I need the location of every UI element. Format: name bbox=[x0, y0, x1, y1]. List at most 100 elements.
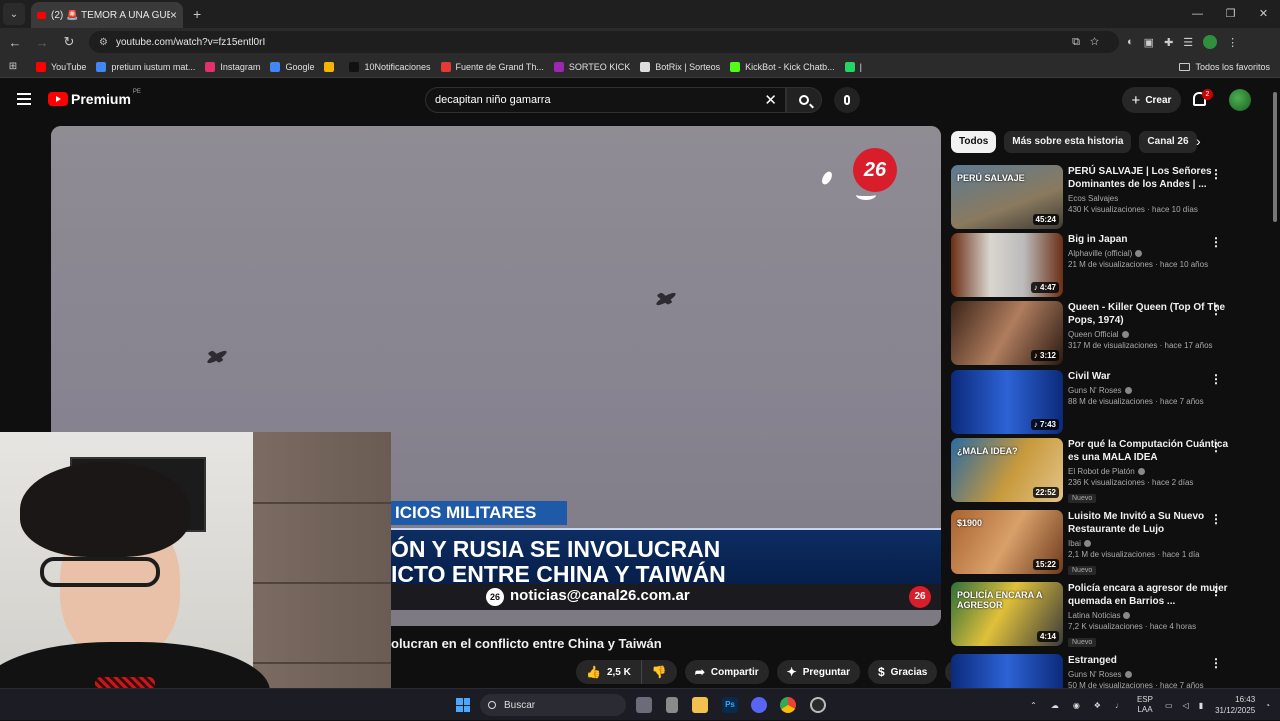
search-input[interactable]: decapitan niño gamarra ✕ bbox=[425, 87, 786, 113]
bookmark-star-icon[interactable]: ⧉☆ bbox=[1072, 36, 1109, 49]
channel-name-row[interactable]: Alphaville (official) bbox=[1068, 249, 1233, 258]
channel-name-row[interactable]: Queen Official bbox=[1068, 330, 1233, 339]
tray-app-icon[interactable]: ❖ bbox=[1094, 701, 1101, 710]
share-button[interactable]: ➦ Compartir bbox=[684, 660, 769, 684]
more-options-icon[interactable]: ⋮ bbox=[1210, 440, 1222, 454]
bookmark-item[interactable]: Instagram bbox=[205, 61, 260, 72]
video-thumbnail[interactable]: ♪ 4:47 bbox=[951, 233, 1063, 297]
chip-mas-sobre-esta-historia[interactable]: Más sobre esta historia bbox=[1004, 131, 1132, 153]
bookmark-item[interactable]: KickBot - Kick Chatb... bbox=[730, 61, 835, 72]
back-button[interactable]: ← bbox=[3, 35, 27, 50]
all-bookmarks-button[interactable]: Todos los favoritos bbox=[1179, 56, 1270, 78]
account-avatar[interactable] bbox=[1229, 89, 1251, 111]
more-options-icon[interactable]: ⋮ bbox=[1210, 512, 1222, 526]
recommended-title[interactable]: Big in Japan bbox=[1068, 233, 1233, 246]
recommended-video[interactable]: $1900 15:22 Luisito Me Invitó a Su Nuevo R… bbox=[951, 510, 1261, 575]
bookmark-item[interactable]: Google bbox=[270, 61, 314, 72]
bookmark-item[interactable]: Fuente de Grand Th... bbox=[440, 61, 544, 72]
channel-name-row[interactable]: Ibai bbox=[1068, 539, 1233, 548]
volume-icon[interactable]: ◁ bbox=[1183, 701, 1189, 710]
input-language[interactable]: ESP LAA bbox=[1137, 695, 1153, 715]
channel-name-row[interactable]: Guns N' Roses bbox=[1068, 670, 1233, 679]
bookmark-item[interactable]: BotRix | Sorteos bbox=[640, 61, 720, 72]
video-thumbnail[interactable]: PERÚ SALVAJE 45:24 bbox=[951, 165, 1063, 229]
tray-app-icon[interactable]: ◉ bbox=[1073, 701, 1080, 710]
tab-organizer-icon[interactable]: ☰ bbox=[1183, 36, 1193, 49]
app-icon[interactable] bbox=[810, 697, 826, 713]
recommended-title[interactable]: Civil War bbox=[1068, 370, 1233, 383]
recommended-video[interactable]: ♪ 4:47 Big in Japan Alphaville (official) 2… bbox=[951, 233, 1261, 297]
more-options-icon[interactable]: ⋮ bbox=[1210, 303, 1222, 317]
voice-search-button[interactable] bbox=[834, 87, 860, 113]
minimize-button[interactable]: — bbox=[1181, 0, 1214, 28]
browser-tab[interactable]: (2) 🚨 TEMOR A UNA GUERRA × bbox=[31, 2, 183, 28]
network-icon[interactable]: ▭ bbox=[1165, 701, 1173, 710]
ask-button[interactable]: ✦ Preguntar bbox=[776, 660, 860, 684]
task-view-icon[interactable] bbox=[636, 697, 652, 713]
chrome-menu-icon[interactable]: ⋮ bbox=[1227, 36, 1238, 49]
like-button[interactable]: 👍 2,5 K bbox=[576, 660, 642, 684]
video-thumbnail[interactable]: ♪ 3:12 bbox=[951, 301, 1063, 365]
extension-icon[interactable]: ◐ bbox=[1127, 36, 1134, 48]
bookmark-item[interactable]: SORTEO KICK bbox=[553, 61, 630, 72]
recommended-title[interactable]: Luisito Me Invitó a Su Nuevo Restaurante… bbox=[1068, 510, 1233, 536]
battery-icon[interactable]: ▮ bbox=[1199, 701, 1203, 710]
file-explorer-icon[interactable] bbox=[692, 697, 708, 713]
channel-name-row[interactable]: El Robot de Platón bbox=[1068, 467, 1233, 476]
youtube-logo[interactable]: Premium PE bbox=[48, 89, 141, 107]
tab-close-icon[interactable]: × bbox=[170, 8, 177, 22]
photoshop-icon[interactable]: Ps bbox=[722, 697, 738, 713]
menu-icon[interactable] bbox=[17, 93, 31, 105]
channel-name-row[interactable]: Latina Noticias bbox=[1068, 611, 1233, 620]
windows-start-icon[interactable] bbox=[456, 698, 470, 712]
recommended-title[interactable]: Policía encara a agresor de mujer quemad… bbox=[1068, 582, 1233, 608]
clear-search-icon[interactable]: ✕ bbox=[764, 91, 777, 109]
recommended-title[interactable]: PERÚ SALVAJE | Los Señores Dominantes de… bbox=[1068, 165, 1233, 191]
tray-app-icon[interactable]: ☁ bbox=[1051, 701, 1059, 710]
new-tab-button[interactable]: + bbox=[193, 6, 201, 22]
recommended-video[interactable]: ♪ 3:12 Queen - Killer Queen (Top Of The P… bbox=[951, 301, 1261, 365]
video-thumbnail[interactable]: ¿MALA IDEA? 22:52 bbox=[951, 438, 1063, 502]
thanks-button[interactable]: $ Gracias bbox=[867, 660, 938, 684]
profile-avatar[interactable] bbox=[1203, 35, 1218, 49]
video-thumbnail[interactable]: $1900 15:22 bbox=[951, 510, 1063, 574]
bookmark-item[interactable] bbox=[324, 61, 339, 72]
recommended-video[interactable]: ¿MALA IDEA? 22:52 Por qué la Computación C… bbox=[951, 438, 1261, 503]
restore-button[interactable]: ❐ bbox=[1214, 0, 1247, 28]
more-options-icon[interactable]: ⋮ bbox=[1210, 167, 1222, 181]
video-thumbnail[interactable]: POLICÍA ENCARA A AGRESOR 4:14 bbox=[951, 582, 1063, 646]
bookmark-item[interactable]: pretium iustum mat... bbox=[96, 61, 195, 72]
tray-overflow-icon[interactable]: ⌃ bbox=[1030, 701, 1037, 710]
more-options-icon[interactable]: ⋮ bbox=[1210, 372, 1222, 386]
notification-center-icon[interactable]: ◔ bbox=[1265, 701, 1270, 710]
apps-grid-icon[interactable]: ⊞ bbox=[0, 61, 26, 72]
recommended-title[interactable]: Estranged bbox=[1068, 654, 1233, 667]
search-button[interactable] bbox=[786, 87, 822, 113]
reload-button[interactable]: ↻ bbox=[57, 34, 81, 50]
dislike-button[interactable]: 👎 bbox=[641, 660, 677, 684]
chrome-icon[interactable] bbox=[780, 697, 796, 713]
extension-icon[interactable]: ▣ bbox=[1144, 36, 1154, 49]
app-icon[interactable] bbox=[666, 697, 678, 713]
recommended-video[interactable]: POLICÍA ENCARA A AGRESOR 4:14 Policía enca… bbox=[951, 582, 1261, 647]
bookmark-item[interactable]: | bbox=[844, 61, 862, 72]
chip-canal-26[interactable]: Canal 26 bbox=[1139, 131, 1197, 153]
video-thumbnail[interactable]: ♪ 7:43 bbox=[951, 370, 1063, 434]
more-options-icon[interactable]: ⋮ bbox=[1210, 584, 1222, 598]
chip-todos[interactable]: Todos bbox=[951, 131, 997, 153]
create-button[interactable]: + Crear bbox=[1122, 87, 1181, 113]
bookmark-item[interactable]: 10Notificaciones bbox=[349, 61, 431, 72]
tab-search-button[interactable]: ⌄ bbox=[3, 3, 25, 25]
address-bar[interactable]: ⚙ youtube.com/watch?v=fz15entl0rI ⧉☆ bbox=[89, 31, 1119, 53]
recommended-title[interactable]: Queen - Killer Queen (Top Of The Pops, 1… bbox=[1068, 301, 1233, 327]
more-options-icon[interactable]: ⋮ bbox=[1210, 656, 1222, 670]
channel-name-row[interactable]: Ecos Salvajes bbox=[1068, 194, 1233, 203]
taskbar-clock[interactable]: 16:43 31/12/2025 bbox=[1215, 694, 1255, 716]
tray-mic-icon[interactable]: ♩ bbox=[1115, 701, 1123, 710]
forward-button[interactable]: → bbox=[30, 35, 54, 50]
channel-name-row[interactable]: Guns N' Roses bbox=[1068, 386, 1233, 395]
more-options-icon[interactable]: ⋮ bbox=[1210, 235, 1222, 249]
scrollbar-thumb[interactable] bbox=[1273, 92, 1277, 222]
extensions-puzzle-icon[interactable]: ✚ bbox=[1164, 36, 1173, 49]
discord-icon[interactable] bbox=[751, 697, 767, 713]
